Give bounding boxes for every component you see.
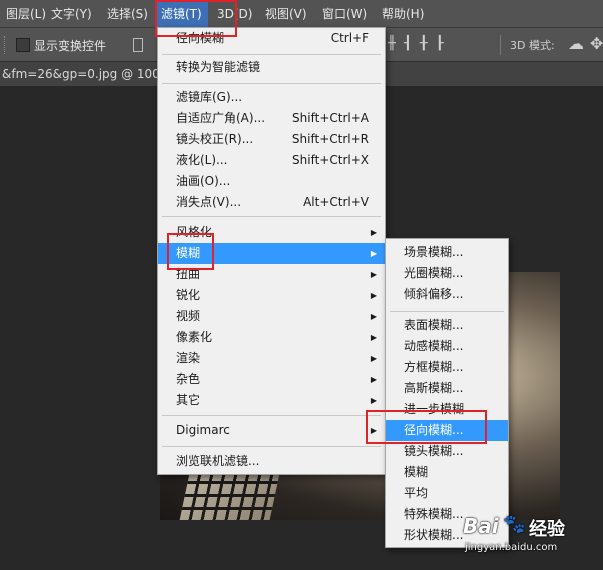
blur-filter-item[interactable]: 倾斜偏移... <box>386 284 508 305</box>
filter-category-item[interactable]: 扭曲 ▶ <box>158 264 385 285</box>
submenu-arrow-icon: ▶ <box>370 270 377 279</box>
filter-menu-item[interactable]: 滤镜库(G)... <box>158 87 385 108</box>
filter-category-item[interactable]: 其它 ▶ <box>158 390 385 411</box>
paw-icon: 🐾 <box>503 514 526 535</box>
menu-item[interactable]: 滤镜(T) <box>155 0 208 28</box>
show-transform-label: 显示变换控件 <box>34 39 107 53</box>
menu-item[interactable]: 文字(Y) <box>45 0 98 28</box>
show-transform-checkbox[interactable] <box>16 38 30 52</box>
filter-category-item[interactable]: 锐化 ▶ <box>158 285 385 306</box>
submenu-arrow-icon: ▶ <box>370 291 377 300</box>
filter-category-item[interactable]: 视频 ▶ <box>158 306 385 327</box>
filter-menu-item[interactable]: 液化(L)... Shift+Ctrl+X <box>158 150 385 171</box>
menu-separator <box>162 216 381 217</box>
menu-separator <box>390 311 504 312</box>
3d-pan-icon[interactable]: ✥ <box>590 34 603 53</box>
menu-item[interactable]: 3D(D) <box>211 0 258 28</box>
grip-handle <box>4 36 8 54</box>
submenu-arrow-icon: ▶ <box>370 426 377 435</box>
align-icon[interactable] <box>133 38 143 52</box>
distribute-icons[interactable]: ╫ ┨ ╂ ┠ <box>388 36 478 54</box>
blur-filter-item[interactable]: 镜头模糊... <box>386 441 508 462</box>
filter-menu: 径向模糊 Ctrl+F 转换为智能滤镜 滤镜库(G)... 自适应广角(A)...… <box>157 27 386 475</box>
blur-filter-item[interactable]: 方框模糊... <box>386 357 508 378</box>
blur-filter-item[interactable]: 高斯模糊... <box>386 378 508 399</box>
filter-category-item[interactable]: 模糊 ▶ <box>158 243 385 264</box>
filter-category-item[interactable]: 杂色 ▶ <box>158 369 385 390</box>
menu-item[interactable]: 选择(S) <box>101 0 154 28</box>
last-filter-item[interactable]: 径向模糊 Ctrl+F <box>158 28 385 49</box>
submenu-arrow-icon: ▶ <box>370 249 377 258</box>
blur-submenu: 场景模糊... 光圈模糊... 倾斜偏移... 表面模糊... 动感模糊... 方框模糊… <box>385 238 509 548</box>
filter-category-item[interactable]: 渲染 ▶ <box>158 348 385 369</box>
submenu-arrow-icon: ▶ <box>370 312 377 321</box>
blur-filter-item[interactable]: 场景模糊... <box>386 242 508 263</box>
3d-rotate-icon[interactable]: ☁ <box>568 34 584 53</box>
menu-separator <box>162 54 381 55</box>
submenu-arrow-icon: ▶ <box>370 396 377 405</box>
blur-filter-item[interactable]: 进一步模糊 <box>386 399 508 420</box>
filter-category-item[interactable]: 像素化 ▶ <box>158 327 385 348</box>
filter-menu-item[interactable]: 镜头校正(R)... Shift+Ctrl+R <box>158 129 385 150</box>
submenu-arrow-icon: ▶ <box>370 228 377 237</box>
baidu-logo-text: Bai <box>463 514 499 538</box>
menu-item[interactable]: 窗口(W) <box>316 0 373 28</box>
blur-filter-item[interactable]: 模糊 <box>386 462 508 483</box>
baidu-watermark: Bai 🐾 经验 jingyan.baidu.com <box>463 512 603 570</box>
blur-filter-item[interactable]: 平均 <box>386 483 508 504</box>
browse-online-filters-item[interactable]: 浏览联机滤镜... <box>158 451 385 472</box>
filter-category-item[interactable]: 风格化 ▶ <box>158 222 385 243</box>
blur-filter-item[interactable]: 径向模糊... <box>386 420 508 441</box>
divider <box>500 35 501 55</box>
submenu-arrow-icon: ▶ <box>370 354 377 363</box>
mode-3d-label: 3D 模式: <box>510 39 555 52</box>
digimarc-item[interactable]: Digimarc ▶ <box>158 420 385 441</box>
watermark-url: jingyan.baidu.com <box>465 542 558 553</box>
blur-filter-item[interactable]: 表面模糊... <box>386 315 508 336</box>
submenu-arrow-icon: ▶ <box>370 375 377 384</box>
filter-menu-item[interactable]: 自适应广角(A)... Shift+Ctrl+A <box>158 108 385 129</box>
menu-separator <box>162 83 381 84</box>
menu-separator <box>162 415 381 416</box>
menu-item[interactable]: 帮助(H) <box>376 0 430 28</box>
convert-smart-filter-item[interactable]: 转换为智能滤镜 <box>158 57 385 78</box>
menu-bar: 图层(L) 文字(Y) 选择(S) 滤镜(T) 3D(D) 视图(V) 窗口(W) 帮助(H) <box>0 0 603 28</box>
filter-menu-item[interactable]: 消失点(V)... Alt+Ctrl+V <box>158 192 385 213</box>
blur-filter-item[interactable]: 光圈模糊... <box>386 263 508 284</box>
menu-separator <box>162 446 381 447</box>
submenu-arrow-icon: ▶ <box>370 333 377 342</box>
filter-menu-item[interactable]: 油画(O)... <box>158 171 385 192</box>
menu-item[interactable]: 视图(V) <box>259 0 313 28</box>
blur-filter-item[interactable]: 动感模糊... <box>386 336 508 357</box>
baidu-jingyan-text: 经验 <box>529 519 565 540</box>
